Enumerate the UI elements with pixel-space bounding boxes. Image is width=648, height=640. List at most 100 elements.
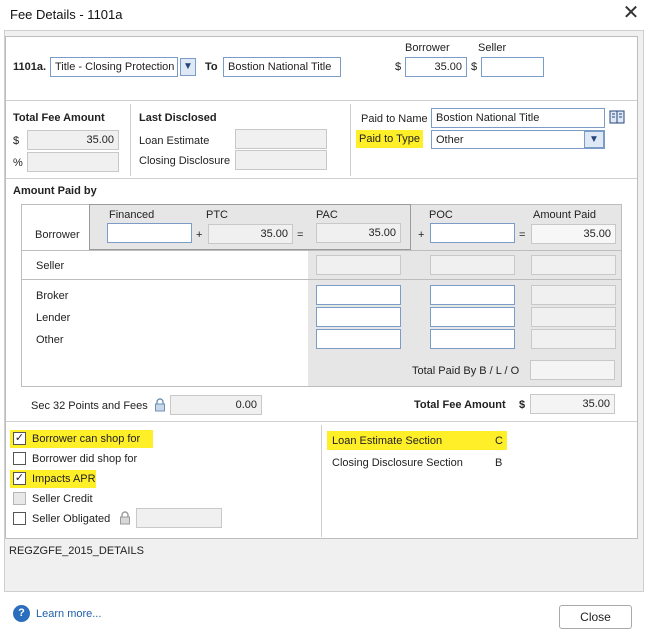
borrower-financed-input[interactable] [107, 223, 192, 243]
total-paid-blo-label: Total Paid By B / L / O [412, 365, 520, 377]
closing-disclosure-section-label: Closing Disclosure Section [332, 457, 463, 469]
paid-to-type-label: Paid to Type [356, 130, 423, 148]
seller-credit-checkbox [13, 492, 26, 505]
equals-sign: = [297, 229, 304, 241]
borrower-ptc-field: 35.00 [208, 224, 293, 244]
help-icon[interactable]: ? [13, 605, 30, 622]
loan-estimate-field [235, 129, 327, 149]
last-disclosed-title: Last Disclosed [139, 112, 217, 124]
other-amount-paid-field [531, 329, 616, 349]
ptc-header: PTC [206, 209, 228, 221]
total-paid-blo-field [530, 360, 615, 380]
borrower-row-label: Borrower [35, 229, 80, 241]
lender-amount-paid-field [531, 307, 616, 327]
equals-sign: = [519, 229, 526, 241]
divider [22, 250, 621, 251]
seller-credit-label: Seller Credit [32, 493, 93, 505]
close-icon[interactable]: ✕ [620, 3, 642, 25]
seller-poc-field [430, 255, 515, 275]
divider [6, 178, 637, 179]
seller-column-label: Seller [478, 42, 507, 54]
total-fee-dollar-sign: $ [13, 135, 20, 147]
total-fee-percent-sign: % [13, 157, 23, 169]
lock-icon[interactable] [154, 398, 166, 412]
total-fee-bottom-field: 35.00 [530, 394, 615, 414]
impacts-apr-label: Impacts APR [32, 473, 96, 485]
to-label: To [205, 61, 218, 73]
closing-disclosure-label: Closing Disclosure [139, 155, 231, 167]
closing-disclosure-field [235, 150, 327, 170]
impacts-apr-checkbox[interactable]: ✓ [13, 472, 26, 485]
address-book-icon[interactable] [609, 110, 625, 124]
pac-header: PAC [316, 209, 338, 221]
line-number-label: 1101a. [13, 61, 47, 73]
borrower-can-shop-checkbox[interactable]: ✓ [13, 432, 26, 445]
lender-poc-input[interactable] [430, 307, 515, 327]
paid-to-input[interactable]: Bostion National Title [223, 57, 341, 77]
paid-to-type-dropdown-button[interactable]: ▼ [584, 131, 604, 148]
amount-paid-by-title: Amount Paid by [13, 185, 97, 197]
window-title: Fee Details - 1101a [10, 7, 123, 22]
broker-amount-paid-field [531, 285, 616, 305]
sec32-label: Sec 32 Points and Fees [31, 400, 148, 412]
financed-header: Financed [109, 209, 155, 221]
seller-dollar-sign: $ [471, 61, 478, 73]
title-bar: Fee Details - 1101a ✕ [0, 0, 648, 30]
other-poc-input[interactable] [430, 329, 515, 349]
seller-obligated-checkbox[interactable] [13, 512, 26, 525]
amount-paid-header: Amount Paid [533, 209, 596, 221]
seller-row-label: Seller [36, 260, 65, 272]
paid-to-type-select[interactable]: Other [431, 130, 605, 149]
total-fee-title: Total Fee Amount [13, 112, 105, 124]
broker-row-label: Broker [36, 290, 69, 302]
loan-estimate-label: Loan Estimate [139, 135, 210, 147]
divider [130, 104, 131, 176]
divider [6, 421, 637, 422]
form-id-label: REGZGFE_2015_DETAILS [9, 545, 144, 557]
plus-sign: + [196, 229, 203, 241]
borrower-did-shop-label: Borrower did shop for [32, 453, 138, 465]
seller-obligated-label: Seller Obligated [32, 513, 111, 525]
other-row-label: Other [36, 334, 64, 346]
divider [321, 425, 322, 537]
chevron-down-icon: ▼ [183, 61, 193, 72]
lender-row-label: Lender [36, 312, 71, 324]
borrower-did-shop-checkbox[interactable] [13, 452, 26, 465]
chevron-down-icon: ▼ [589, 134, 599, 145]
borrower-pac-field: 35.00 [316, 223, 401, 243]
closing-disclosure-section-value: B [495, 457, 503, 469]
total-fee-bottom-label: Total Fee Amount [414, 399, 506, 411]
lock-icon[interactable] [119, 511, 131, 525]
sec32-field: 0.00 [170, 395, 262, 415]
borrower-amount-paid-field: 35.00 [531, 224, 616, 244]
paid-to-name-input[interactable]: Bostion National Title [431, 108, 605, 128]
seller-pac-field [316, 255, 401, 275]
paid-to-name-label: Paid to Name [361, 113, 428, 125]
fee-type-dropdown-button[interactable]: ▼ [180, 58, 196, 76]
other-pac-input[interactable] [316, 329, 401, 349]
borrower-can-shop-label: Borrower can shop for [32, 433, 141, 445]
seller-amount-paid-field [531, 255, 616, 275]
total-fee-amount-field: 35.00 [27, 130, 119, 150]
poc-header: POC [429, 209, 453, 221]
divider [22, 279, 621, 280]
learn-more-link[interactable]: Learn more... [36, 608, 101, 620]
total-fee-percent-field [27, 152, 119, 172]
borrower-amount-input[interactable]: 35.00 [405, 57, 467, 77]
lender-pac-input[interactable] [316, 307, 401, 327]
fee-type-select[interactable]: Title - Closing Protection L [50, 57, 178, 77]
divider [350, 104, 351, 176]
borrower-poc-input[interactable] [430, 223, 515, 243]
borrower-dollar-sign: $ [395, 61, 402, 73]
close-button[interactable]: Close [559, 605, 632, 629]
broker-poc-input[interactable] [430, 285, 515, 305]
seller-obligated-field [136, 508, 222, 528]
loan-estimate-section-value: C [495, 435, 503, 447]
total-fee-bottom-dollar: $ [519, 399, 526, 411]
borrower-column-label: Borrower [405, 42, 450, 54]
plus-sign: + [418, 229, 425, 241]
divider [6, 100, 637, 101]
seller-amount-input[interactable] [481, 57, 544, 77]
loan-estimate-section-label: Loan Estimate Section [332, 435, 443, 447]
broker-pac-input[interactable] [316, 285, 401, 305]
